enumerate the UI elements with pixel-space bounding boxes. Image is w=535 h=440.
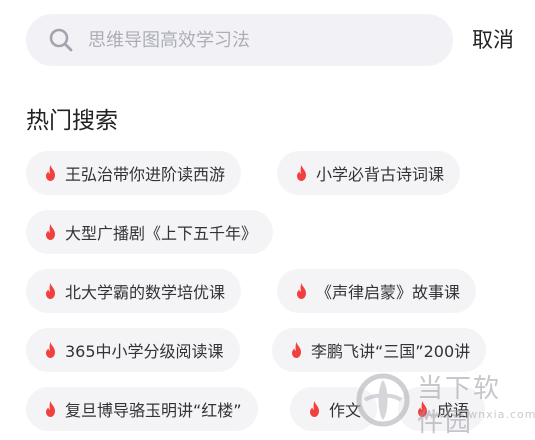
fire-icon [42,282,59,300]
hot-search-tag[interactable]: 复旦博导骆玉明讲“红楼” [26,387,258,431]
hot-search-tag[interactable]: 《声律启蒙》故事课 [277,269,477,313]
tag-label: 大型广播剧《上下五千年》 [65,224,258,243]
watermark-logo-icon [355,372,411,432]
fire-icon [42,400,59,418]
hot-search-tag[interactable]: 小学必背古诗词课 [277,151,461,195]
tag-label: 李鹏飞讲“三国”200讲 [311,342,471,361]
tag-label: 复旦博导骆玉明讲“红楼” [65,401,242,420]
tag-label: 365中小学分级阅读课 [65,342,224,361]
search-box[interactable] [26,14,453,66]
fire-icon [42,164,59,182]
tag-label: 小学必背古诗词课 [316,165,445,184]
fire-icon [306,400,323,418]
hot-search-tag[interactable]: 李鹏飞讲“三国”200讲 [272,328,487,372]
search-icon [48,27,74,53]
fire-icon [288,341,305,359]
hot-search-tag[interactable]: 北大学霸的数学培优课 [26,269,242,313]
fire-icon [293,282,310,300]
hot-search-tag[interactable]: 大型广播剧《上下五千年》 [26,210,274,254]
hot-search-tag[interactable]: 365中小学分级阅读课 [26,328,240,372]
fire-icon [293,164,310,182]
fire-icon [42,223,59,241]
tag-label: 王弘治带你进阶读西游 [65,165,226,184]
tag-label: 《声律启蒙》故事课 [316,283,461,302]
hot-search-title: 热门搜索 [26,108,118,134]
cancel-button[interactable]: 取消 [472,24,514,56]
hot-search-tag[interactable]: 王弘治带你进阶读西游 [26,151,242,195]
watermark-subtitle: www.downxia.com [419,408,535,421]
fire-icon [42,341,59,359]
search-input[interactable] [88,29,428,51]
tag-label: 北大学霸的数学培优课 [65,283,226,302]
watermark: 当下软件园 www.downxia.com [355,370,535,438]
watermark-title: 当下软件园 [417,374,502,438]
